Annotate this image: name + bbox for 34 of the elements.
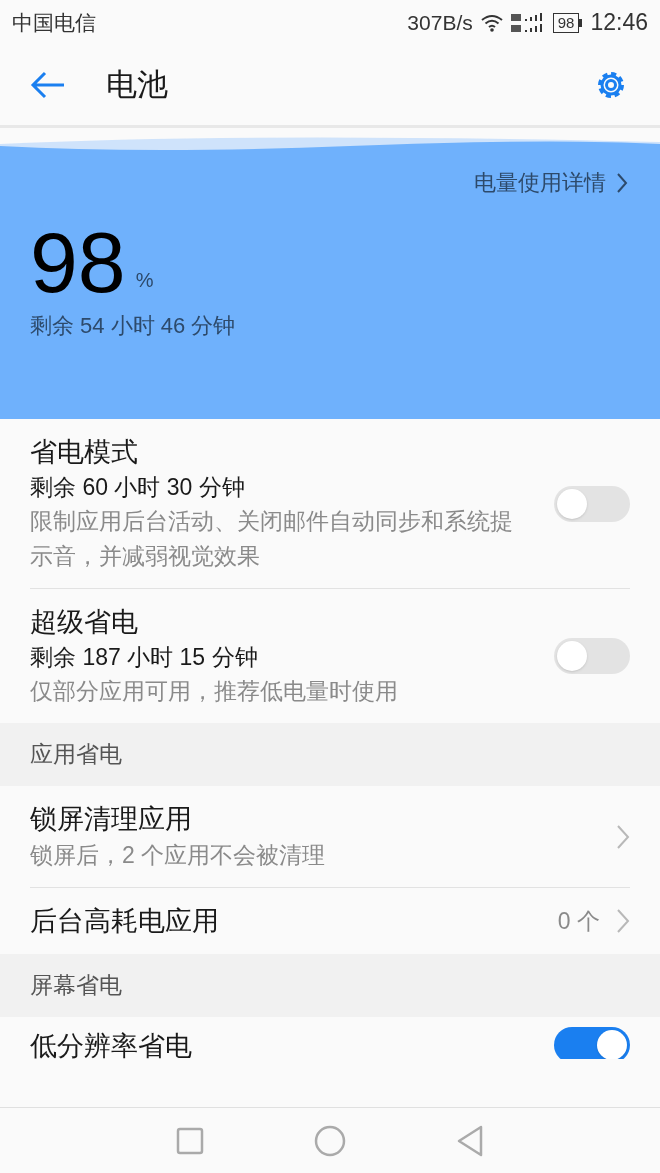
wifi-icon [480,13,503,32]
home-icon[interactable] [314,1124,346,1157]
back-icon[interactable] [456,1124,484,1157]
remaining-time: 剩余 187 小时 15 分钟 [30,643,259,672]
carrier: 中国电信 [12,9,96,36]
remaining-time: 剩余 60 小时 30 分钟 [30,473,246,502]
percent-unit: % [135,268,154,293]
setting-value: 0 个 [557,906,600,936]
toggle-switch[interactable] [554,1027,630,1059]
setting-title: 锁屏清理应用 [30,803,193,836]
setting-title: 超级省电 [30,606,139,639]
chevron-icon [616,171,628,194]
remaining-time: 剩余 54 小时 46 分钟 [29,312,237,340]
setting-title: 低分辨率省电 [30,1030,193,1059]
toggle-switch[interactable] [554,485,630,522]
setting-description: 锁屏后，2 个应用不会被清理 [30,841,327,870]
usage-details-link[interactable]: 电量使用详情 [474,166,606,199]
signal-icon [510,11,545,34]
recents-icon[interactable] [176,1126,204,1155]
page-title: 电池 [106,65,169,104]
section-header: 屏幕省电 [30,971,122,1001]
chevron-icon [616,823,630,850]
battery-percent: 98 [30,219,126,305]
section-header: 应用省电 [30,740,122,770]
setting-description: 仅部分应用可用，推荐低电量时使用 [30,677,399,706]
toggle-switch[interactable] [554,638,630,674]
back-arrow-icon[interactable] [30,70,66,100]
battery-indicator: 98 [552,12,580,33]
setting-title: 后台高耗电应用 [30,905,220,938]
setting-title: 省电模式 [30,436,139,469]
chevron-icon [616,908,630,934]
network-speed: 307B/s [407,9,473,36]
setting-description: 限制应用后台活动、关闭邮件自动同步和系统提示音，并减弱视觉效果 [30,507,514,571]
clock: 12:46 [590,8,648,38]
